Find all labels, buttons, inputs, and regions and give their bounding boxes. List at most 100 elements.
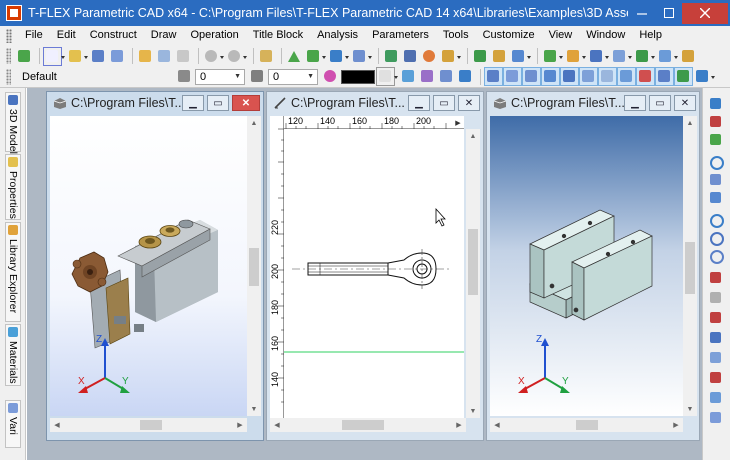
drawing-canvas[interactable]	[284, 129, 464, 418]
open-folder-button[interactable]	[67, 48, 88, 65]
select-arrow-icon[interactable]	[286, 48, 303, 65]
scroll-right-icon[interactable]: ▶	[669, 418, 683, 432]
drawing-part[interactable]	[292, 249, 449, 289]
document-3-horizontal-scrollbar[interactable]: ◀ ▶	[490, 418, 683, 432]
fit-view-icon[interactable]	[708, 190, 724, 206]
part-model-canvas[interactable]: Z X Y	[490, 116, 683, 416]
scroll-right-icon[interactable]: ▶	[452, 418, 466, 432]
menu-file[interactable]: File	[18, 26, 50, 45]
level-input[interactable]: 0 ▼	[268, 68, 318, 85]
menu-help[interactable]: Help	[632, 26, 669, 45]
extrude-icon[interactable]	[383, 48, 400, 65]
select-edge-icon[interactable]	[560, 67, 579, 86]
view-front-icon[interactable]	[708, 350, 724, 366]
view-icon[interactable]	[611, 48, 632, 65]
select-node-icon[interactable]	[503, 67, 522, 86]
menu-customize[interactable]: Customize	[476, 26, 542, 45]
menu-tools[interactable]: Tools	[436, 26, 476, 45]
render-icon[interactable]	[634, 48, 655, 65]
document-1-horizontal-scrollbar[interactable]: ◀ ▶	[50, 418, 247, 432]
tab-materials[interactable]: Materials	[5, 324, 21, 386]
select-hatch-icon[interactable]	[636, 67, 655, 86]
coordinate-icon[interactable]	[328, 48, 349, 65]
view-orient-icon[interactable]	[708, 330, 724, 346]
snap-icon[interactable]	[305, 48, 326, 65]
document-3-titlebar[interactable]: C:\Program Files\T... ▁ ▭ ✕	[487, 92, 699, 114]
undo-button[interactable]	[203, 48, 224, 65]
select-line-icon[interactable]	[522, 67, 541, 86]
fragment-icon[interactable]	[588, 48, 609, 65]
document-1-titlebar[interactable]: C:\Program Files\T... ▁ ▭ ✕	[47, 92, 263, 114]
document-3-close-button[interactable]: ✕	[674, 95, 696, 111]
view-top-icon[interactable]	[708, 370, 724, 386]
print-button[interactable]	[109, 48, 126, 65]
menu-draw[interactable]: Draw	[144, 26, 184, 45]
chamfer-icon[interactable]	[491, 48, 508, 65]
document-2-vertical-scrollbar[interactable]: ▲ ▼	[466, 129, 480, 418]
scroll-down-icon[interactable]: ▼	[683, 402, 697, 416]
section-view-icon[interactable]	[708, 310, 724, 326]
zoom-out-icon[interactable]	[708, 212, 724, 228]
document-window-2[interactable]: C:\Program Files\T... ▁ ▭ ✕ 120 140 160 …	[266, 91, 484, 441]
model-tree-icon[interactable]	[16, 48, 33, 65]
view-pan-icon[interactable]	[708, 114, 724, 130]
menu-view[interactable]: View	[542, 26, 580, 45]
paste-button[interactable]	[175, 48, 192, 65]
scroll-thumb[interactable]	[576, 420, 598, 430]
sheet-metal-icon[interactable]	[542, 48, 563, 65]
view-rotate-icon[interactable]	[708, 96, 724, 112]
loft-icon[interactable]	[421, 48, 438, 65]
document-3-minimize-button[interactable]: ▁	[624, 95, 646, 111]
rotate-icon[interactable]	[402, 48, 419, 65]
scroll-right-icon[interactable]: ▶	[233, 418, 247, 432]
view-iso-icon[interactable]	[708, 410, 724, 426]
menu-analysis[interactable]: Analysis	[310, 26, 365, 45]
selector-options-icon[interactable]	[694, 68, 715, 85]
scroll-thumb[interactable]	[342, 420, 384, 430]
menu-parameters[interactable]: Parameters	[365, 26, 436, 45]
view-check-icon[interactable]	[708, 132, 724, 148]
grid-icon[interactable]	[457, 68, 474, 85]
section-icon[interactable]	[657, 48, 678, 65]
assembly-icon[interactable]	[565, 48, 586, 65]
orbit-icon[interactable]	[708, 270, 724, 286]
hole-icon[interactable]	[510, 48, 531, 65]
scroll-up-icon[interactable]: ▲	[466, 129, 480, 143]
assembly-model-canvas[interactable]: Z X Y	[50, 116, 247, 416]
style-combo[interactable]: Default	[16, 68, 166, 85]
select-dimension-icon[interactable]	[598, 67, 617, 86]
menu-edit[interactable]: Edit	[50, 26, 83, 45]
snap-settings-icon[interactable]	[400, 68, 417, 85]
document-2-minimize-button[interactable]: ▁	[408, 95, 430, 111]
color-swatch[interactable]	[341, 69, 375, 84]
document-window-1[interactable]: C:\Program Files\T... ▁ ▭ ✕ Z X Y ▲ ▼ ◀ …	[46, 91, 264, 441]
view-side-icon[interactable]	[708, 390, 724, 406]
zoom-window-icon[interactable]	[708, 172, 724, 188]
select-face-icon[interactable]	[541, 67, 560, 86]
ruler-scroll-right-icon[interactable]: ▶	[452, 116, 464, 129]
tab-library-explorer[interactable]: Library Explorer	[5, 222, 21, 322]
menu-construct[interactable]: Construct	[83, 26, 144, 45]
scroll-thumb[interactable]	[140, 420, 162, 430]
tab-3d-model[interactable]: 3D Model	[5, 92, 21, 154]
menu-operation[interactable]: Operation	[183, 26, 245, 45]
select-text-icon[interactable]	[617, 67, 636, 86]
boolean-icon[interactable]	[440, 48, 461, 65]
zoom-previous-icon[interactable]	[708, 230, 724, 246]
edit-pencil-icon[interactable]	[258, 48, 275, 65]
scroll-left-icon[interactable]: ◀	[270, 418, 284, 432]
scroll-thumb[interactable]	[685, 242, 695, 294]
document-1-maximize-button[interactable]: ▭	[207, 95, 229, 111]
redo-button[interactable]	[226, 48, 247, 65]
document-1-minimize-button[interactable]: ▁	[182, 95, 204, 111]
document-3-vertical-scrollbar[interactable]: ▲ ▼	[683, 116, 697, 416]
document-3-maximize-button[interactable]: ▭	[649, 95, 671, 111]
tab-properties[interactable]: Properties	[5, 154, 21, 220]
document-1-vertical-scrollbar[interactable]: ▲ ▼	[247, 116, 261, 416]
menu-window[interactable]: Window	[579, 26, 632, 45]
measure-icon[interactable]	[680, 48, 697, 65]
open-folder-icon[interactable]	[137, 48, 154, 65]
zoom-in-icon[interactable]	[708, 154, 724, 170]
filter-icon[interactable]	[419, 68, 436, 85]
color-palette-icon[interactable]	[322, 68, 339, 85]
